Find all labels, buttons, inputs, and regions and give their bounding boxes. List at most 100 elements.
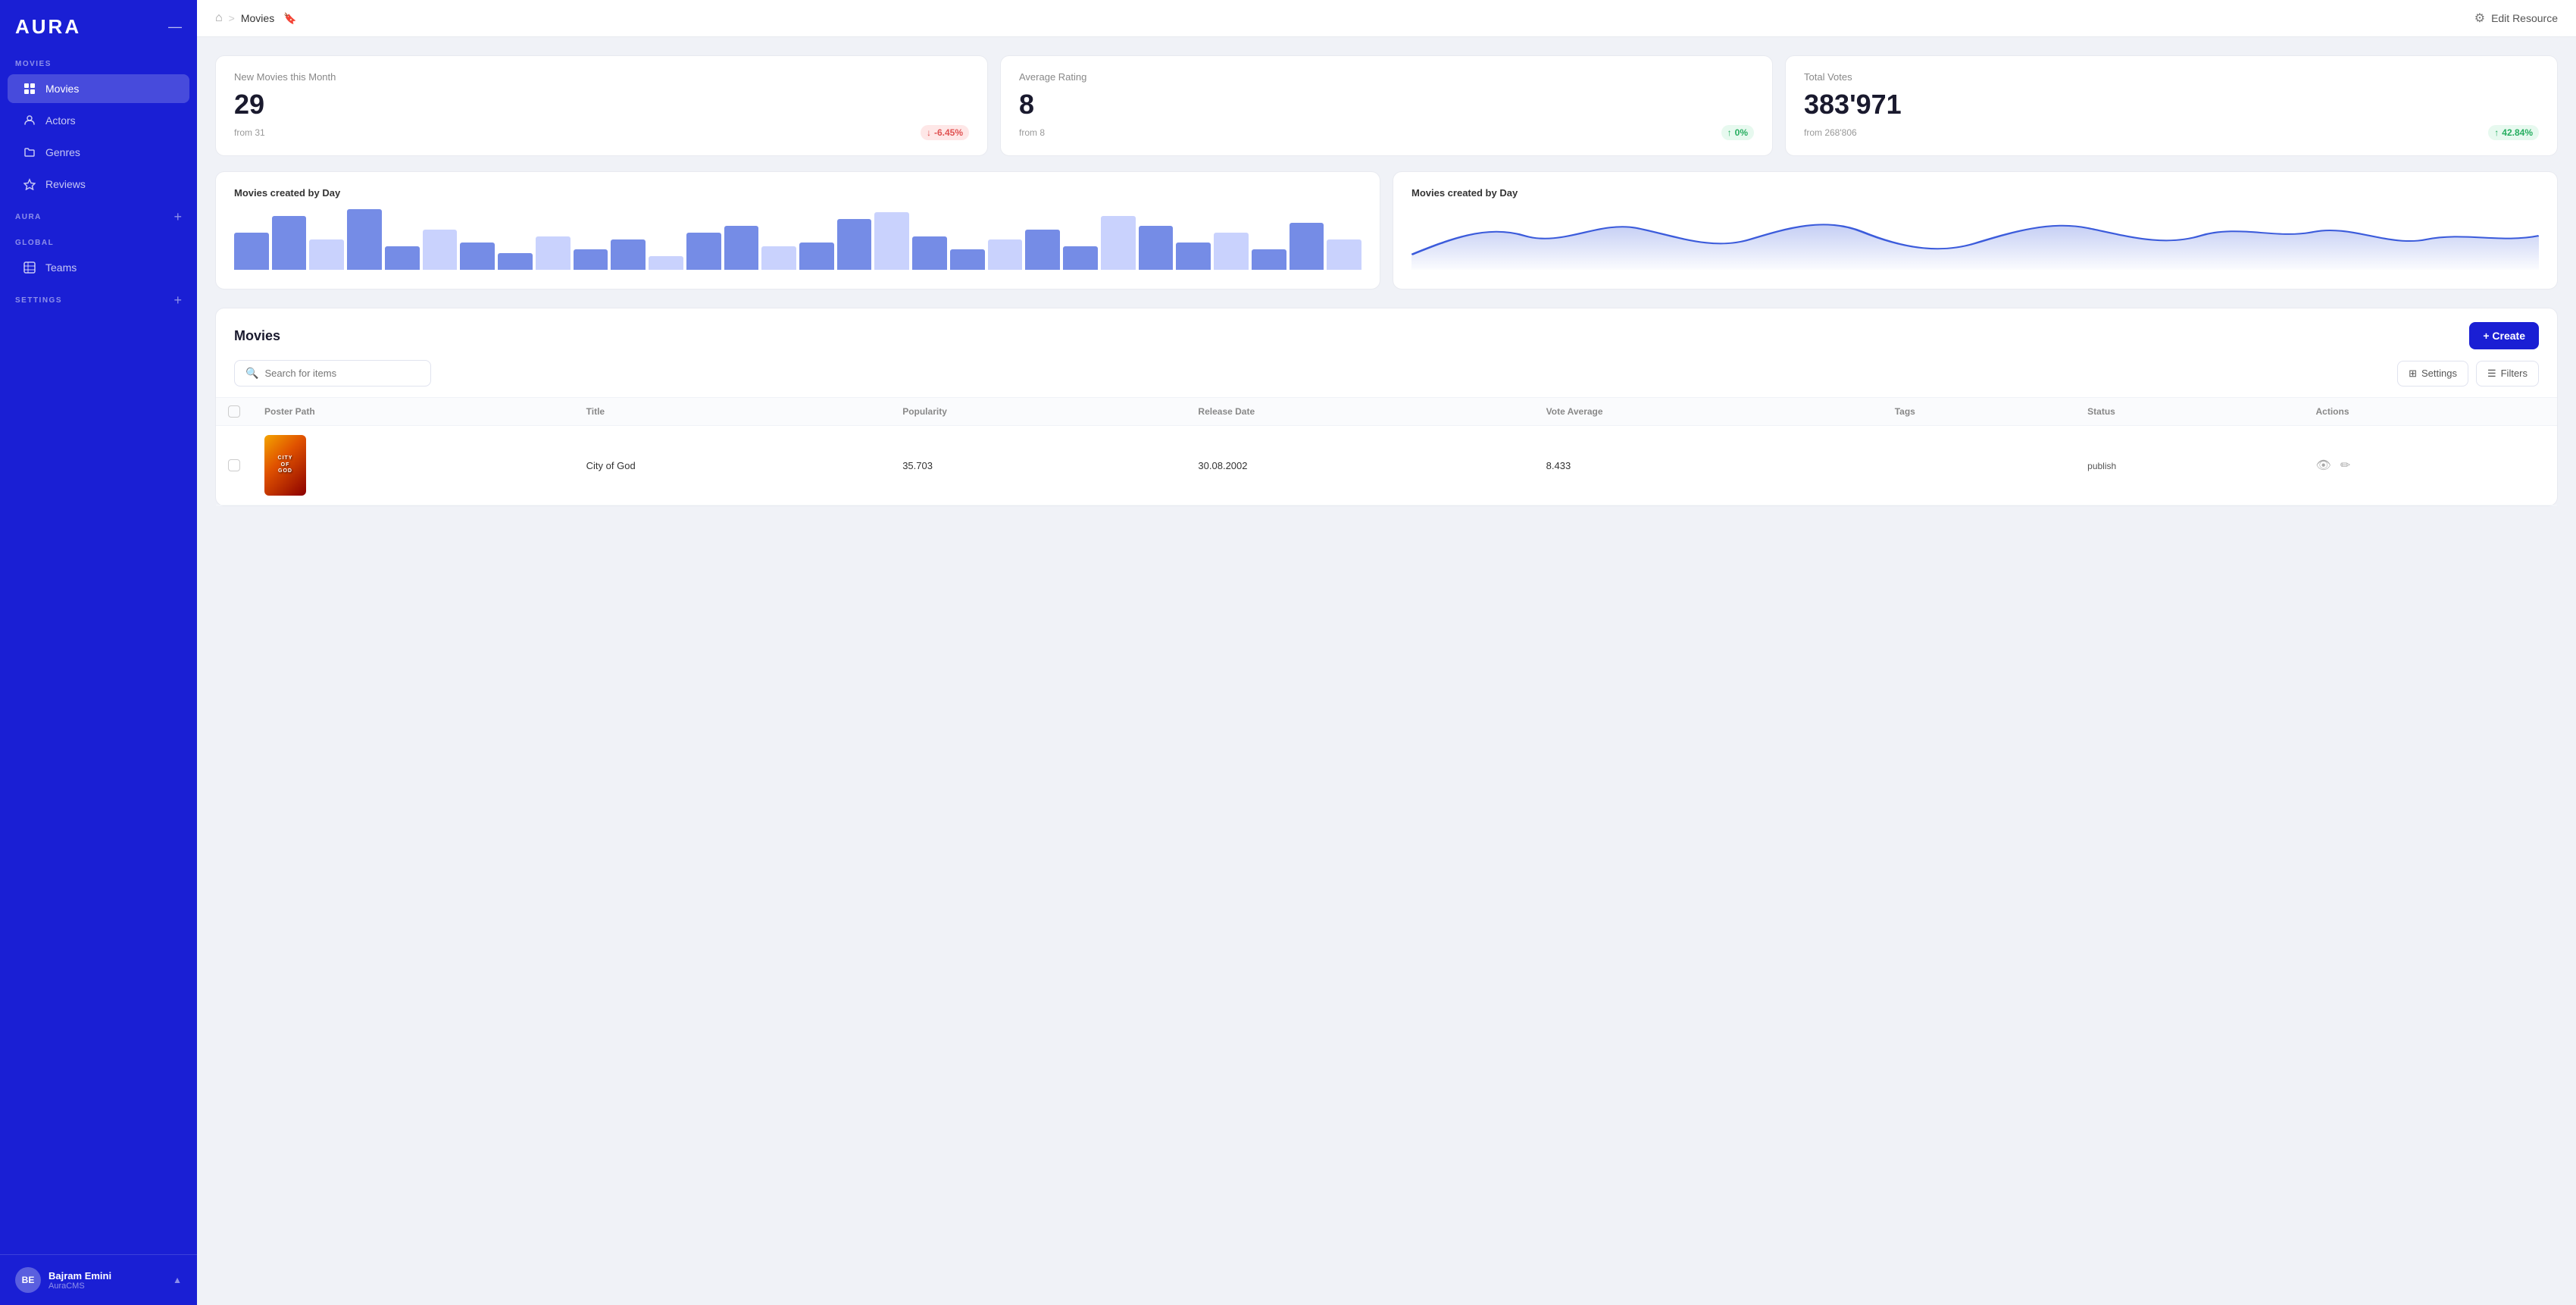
- edit-icon[interactable]: ✏: [2340, 458, 2350, 473]
- section-label-global: GLOBAL: [0, 230, 197, 252]
- table-section: Movies + Create 🔍 ⊞ Settings ☰ Filters: [215, 308, 2558, 506]
- topbar: ⌂ > Movies 🔖 ⚙ Edit Resource: [197, 0, 2576, 37]
- sidebar-item-actors[interactable]: Actors: [8, 106, 189, 135]
- collapse-button[interactable]: —: [168, 19, 182, 35]
- view-icon[interactable]: 👁: [2316, 458, 2331, 473]
- stat-card-0: New Movies this Month 29 from 31 ↓ -6.45…: [215, 55, 988, 156]
- stat-from-1: from 8: [1019, 127, 1045, 138]
- user-name: Bajram Emini: [48, 1270, 111, 1282]
- stat-footer-2: from 268'806 ↑ 42.84%: [1804, 125, 2539, 140]
- bar-11: [649, 256, 683, 270]
- stat-badge-2: ↑ 42.84%: [2488, 125, 2539, 140]
- bar-20: [988, 239, 1023, 270]
- bar-chart: [234, 209, 1361, 270]
- col-release-date: Release Date: [1186, 398, 1533, 426]
- edit-resource-button[interactable]: ⚙ Edit Resource: [2474, 11, 2558, 26]
- settings-add-button[interactable]: +: [174, 293, 182, 308]
- row-release-date-cell: 30.08.2002: [1186, 426, 1533, 505]
- row-status-cell: publish: [2075, 426, 2303, 505]
- aura-add-button[interactable]: +: [174, 209, 182, 225]
- bar-19: [950, 249, 985, 270]
- arrow-up-icon: ↑: [2494, 127, 2499, 138]
- search-box[interactable]: 🔍: [234, 360, 431, 386]
- bar-14: [761, 246, 796, 270]
- table-header: Movies + Create: [216, 308, 2557, 360]
- filter-icon: ☰: [2487, 368, 2496, 380]
- col-tags: Tags: [1883, 398, 2075, 426]
- bar-21: [1025, 230, 1060, 270]
- col-actions: Actions: [2304, 398, 2558, 426]
- col-poster: Poster Path: [252, 398, 574, 426]
- charts-row: Movies created by Day Movies created by …: [215, 171, 2558, 289]
- select-all-checkbox[interactable]: [228, 405, 240, 418]
- stat-value-0: 29: [234, 89, 969, 120]
- stat-label-0: New Movies this Month: [234, 71, 969, 83]
- row-actions-cell: 👁 ✏: [2304, 426, 2558, 505]
- poster-image: CITYOFGOD: [264, 435, 306, 496]
- bar-chart-title: Movies created by Day: [234, 187, 1361, 199]
- main-content: ⌂ > Movies 🔖 ⚙ Edit Resource New Movies …: [197, 0, 2576, 1305]
- movies-table: Poster Path Title Popularity Release Dat…: [216, 397, 2557, 505]
- stat-from-2: from 268'806: [1804, 127, 1857, 138]
- area-chart-title: Movies created by Day: [1411, 187, 2539, 199]
- user-info: Bajram Emini AuraCMS: [48, 1270, 111, 1291]
- sidebar-item-reviews[interactable]: Reviews: [8, 170, 189, 199]
- select-all-cell: [216, 398, 252, 426]
- user-subtitle: AuraCMS: [48, 1282, 111, 1291]
- row-tags-cell: [1883, 426, 2075, 505]
- col-vote-average: Vote Average: [1534, 398, 1883, 426]
- bar-9: [574, 249, 608, 270]
- stat-value-2: 383'971: [1804, 89, 2539, 120]
- section-label-movies: MOVIES: [0, 51, 197, 73]
- table-head: Poster Path Title Popularity Release Dat…: [216, 398, 2557, 426]
- aura-section-row: AURA +: [0, 200, 197, 230]
- table-body: CITYOFGOD City of God 35.703 30.08.2002 …: [216, 426, 2557, 505]
- stat-badge-1: ↑ 0%: [1721, 125, 1754, 140]
- row-checkbox[interactable]: [228, 459, 240, 471]
- home-icon[interactable]: ⌂: [215, 11, 223, 25]
- user-profile[interactable]: BE Bajram Emini AuraCMS: [15, 1267, 111, 1293]
- stat-footer-0: from 31 ↓ -6.45%: [234, 125, 969, 140]
- breadcrumb-current: Movies: [241, 12, 274, 24]
- breadcrumb-separator: >: [229, 12, 235, 24]
- sidebar: AURA — MOVIES Movies Actors Genres Revie…: [0, 0, 197, 1305]
- bookmark-icon[interactable]: 🔖: [283, 12, 296, 25]
- content-area: New Movies this Month 29 from 31 ↓ -6.45…: [197, 37, 2576, 524]
- settings-icon: ⊞: [2409, 368, 2417, 380]
- bar-chart-card: Movies created by Day: [215, 171, 1380, 289]
- bar-8: [536, 236, 571, 270]
- bar-15: [799, 243, 834, 270]
- bar-24: [1139, 226, 1174, 270]
- table-toolbar: 🔍 ⊞ Settings ☰ Filters: [216, 360, 2557, 397]
- bar-29: [1327, 239, 1361, 270]
- bar-28: [1290, 223, 1324, 270]
- bar-10: [611, 239, 646, 270]
- status-badge: publish: [2087, 461, 2116, 471]
- create-button[interactable]: + Create: [2469, 322, 2539, 349]
- bar-5: [423, 230, 458, 270]
- grid-icon: [23, 82, 36, 95]
- area-chart: [1411, 209, 2539, 270]
- bar-16: [837, 219, 872, 270]
- row-popularity-cell: 35.703: [890, 426, 1186, 505]
- chevron-up-icon[interactable]: ▲: [173, 1275, 182, 1285]
- star-icon: [23, 177, 36, 191]
- section-label-aura: AURA: [15, 213, 42, 221]
- sidebar-item-label: Genres: [45, 146, 80, 158]
- row-vote-average-cell: 8.433: [1534, 426, 1883, 505]
- settings-button[interactable]: ⊞ Settings: [2397, 361, 2468, 386]
- toolbar-right: ⊞ Settings ☰ Filters: [2397, 361, 2539, 386]
- bar-12: [686, 233, 721, 270]
- sidebar-item-genres[interactable]: Genres: [8, 138, 189, 167]
- sidebar-item-movies[interactable]: Movies: [8, 74, 189, 103]
- stat-footer-1: from 8 ↑ 0%: [1019, 125, 1754, 140]
- sidebar-item-teams[interactable]: Teams: [8, 253, 189, 282]
- stat-label-2: Total Votes: [1804, 71, 2539, 83]
- row-title-cell: City of God: [574, 426, 891, 505]
- avatar: BE: [15, 1267, 41, 1293]
- table-header-row: Poster Path Title Popularity Release Dat…: [216, 398, 2557, 426]
- filters-button[interactable]: ☰ Filters: [2476, 361, 2539, 386]
- col-status: Status: [2075, 398, 2303, 426]
- sidebar-header: AURA —: [0, 0, 197, 51]
- search-input[interactable]: [264, 368, 420, 379]
